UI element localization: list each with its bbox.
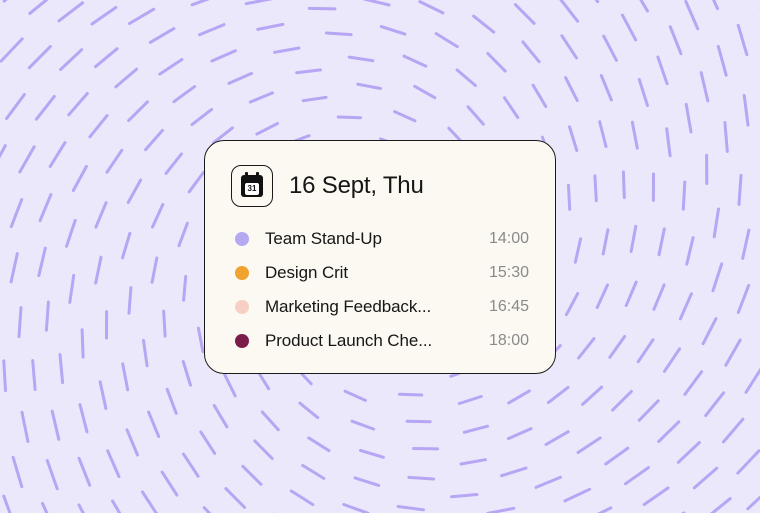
calendar-icon-day: 31: [245, 183, 259, 195]
calendar-icon: 31: [231, 165, 273, 207]
event-time: 18:00: [489, 332, 529, 350]
calendar-widget: 31 16 Sept, Thu Team Stand-Up 14:00 Desi…: [204, 140, 556, 374]
event-title: Design Crit: [265, 263, 473, 283]
event-time: 16:45: [489, 298, 529, 316]
event-row[interactable]: Design Crit 15:30: [231, 263, 529, 283]
event-color-dot: [235, 232, 249, 246]
event-row[interactable]: Product Launch Che... 18:00: [231, 331, 529, 351]
event-time: 14:00: [489, 230, 529, 248]
event-title: Team Stand-Up: [265, 229, 473, 249]
date-title: 16 Sept, Thu: [289, 172, 424, 200]
event-color-dot: [235, 266, 249, 280]
event-title: Marketing Feedback...: [265, 297, 473, 317]
event-row[interactable]: Team Stand-Up 14:00: [231, 229, 529, 249]
event-color-dot: [235, 300, 249, 314]
widget-header: 31 16 Sept, Thu: [231, 165, 529, 207]
event-row[interactable]: Marketing Feedback... 16:45: [231, 297, 529, 317]
event-color-dot: [235, 334, 249, 348]
event-list: Team Stand-Up 14:00 Design Crit 15:30 Ma…: [231, 229, 529, 351]
event-time: 15:30: [489, 264, 529, 282]
event-title: Product Launch Che...: [265, 331, 473, 351]
